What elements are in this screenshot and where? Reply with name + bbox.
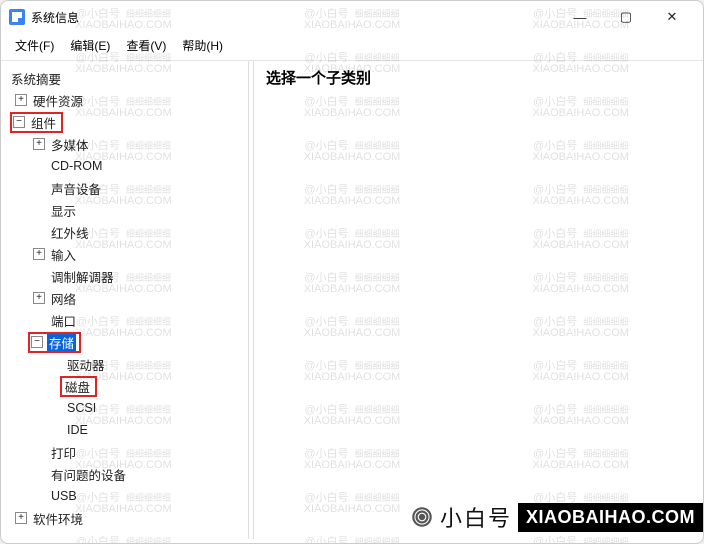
watermark-badge: 小白号 XIAOBAIHAO.COM	[408, 501, 703, 533]
tree-pane: 系统摘要 + 硬件资源 − 组件 + 多媒体	[1, 61, 249, 539]
close-button[interactable]: ✕	[649, 1, 695, 33]
label-ide: IDE	[65, 423, 90, 437]
node-network[interactable]: + 网络	[1, 287, 248, 309]
menubar: 文件(F) 编辑(E) 查看(V) 帮助(H)	[1, 33, 703, 61]
label-ports: 端口	[49, 311, 78, 330]
label-infrared: 红外线	[49, 223, 91, 242]
node-display[interactable]: 显示	[1, 199, 248, 221]
expand-icon[interactable]: +	[33, 248, 45, 260]
expand-icon[interactable]: +	[33, 138, 45, 150]
menu-view[interactable]: 查看(V)	[118, 35, 174, 56]
node-ports[interactable]: 端口	[1, 309, 248, 331]
label-modem: 调制解调器	[49, 267, 116, 286]
titlebar: 系统信息 — ▢ ✕	[1, 1, 703, 33]
menu-file[interactable]: 文件(F)	[7, 35, 62, 56]
expand-icon[interactable]: +	[15, 512, 27, 524]
node-components[interactable]: − 组件	[1, 111, 248, 133]
badge-cn-text: 小白号	[440, 501, 512, 533]
node-modem[interactable]: 调制解调器	[1, 265, 248, 287]
minimize-button[interactable]: —	[557, 1, 603, 33]
window-controls: — ▢ ✕	[557, 1, 695, 33]
node-infrared[interactable]: 红外线	[1, 221, 248, 243]
label-drives: 驱动器	[65, 355, 107, 374]
label-cdrom: CD-ROM	[49, 159, 104, 173]
collapse-icon[interactable]: −	[13, 116, 25, 128]
label-scsi: SCSI	[65, 401, 98, 415]
node-problem[interactable]: 有问题的设备	[1, 463, 248, 485]
label-storage: 存储	[47, 333, 76, 352]
node-print[interactable]: 打印	[1, 441, 248, 463]
label-usb: USB	[49, 489, 79, 503]
wifi-icon	[408, 503, 436, 531]
node-system-summary[interactable]: 系统摘要	[1, 67, 248, 89]
label-sound: 声音设备	[49, 179, 103, 198]
label-components: 组件	[29, 113, 58, 132]
label-system-summary: 系统摘要	[9, 69, 63, 88]
badge-en-text: XIAOBAIHAO.COM	[518, 503, 703, 532]
node-input[interactable]: + 输入	[1, 243, 248, 265]
label-input: 输入	[49, 245, 78, 264]
label-software-env: 软件环境	[31, 509, 85, 528]
body-area: 系统摘要 + 硬件资源 − 组件 + 多媒体	[1, 61, 703, 539]
maximize-button[interactable]: ▢	[603, 1, 649, 33]
tree: 系统摘要 + 硬件资源 − 组件 + 多媒体	[1, 67, 248, 529]
highlight-disks: 磁盘	[61, 377, 96, 396]
node-sound[interactable]: 声音设备	[1, 177, 248, 199]
node-storage[interactable]: − 存储	[1, 331, 248, 353]
node-scsi[interactable]: SCSI	[1, 397, 248, 419]
node-multimedia[interactable]: + 多媒体	[1, 133, 248, 155]
node-cdrom[interactable]: CD-ROM	[1, 155, 248, 177]
expand-icon[interactable]: +	[15, 94, 27, 106]
content-heading: 选择一个子类别	[266, 67, 691, 88]
node-usb[interactable]: USB	[1, 485, 248, 507]
node-ide[interactable]: IDE	[1, 419, 248, 441]
label-problem: 有问题的设备	[49, 465, 128, 484]
app-icon	[9, 9, 25, 25]
node-software-env[interactable]: + 软件环境	[1, 507, 248, 529]
label-disks: 磁盘	[63, 377, 92, 396]
label-display: 显示	[49, 201, 78, 220]
label-multimedia: 多媒体	[49, 135, 91, 154]
window-title: 系统信息	[31, 9, 557, 26]
label-print: 打印	[49, 443, 78, 462]
highlight-components: − 组件	[11, 113, 62, 132]
system-info-window: @小白号 细细细细细@小白号 细细细细细@小白号 细细细细细XIAOBAIHAO…	[0, 0, 704, 544]
label-hardware-res: 硬件资源	[31, 91, 85, 110]
content-pane: 选择一个子类别	[253, 61, 703, 539]
node-drives[interactable]: 驱动器	[1, 353, 248, 375]
menu-help[interactable]: 帮助(H)	[174, 35, 231, 56]
collapse-icon[interactable]: −	[31, 336, 43, 348]
menu-edit[interactable]: 编辑(E)	[62, 35, 118, 56]
label-network: 网络	[49, 289, 78, 308]
node-disks[interactable]: 磁盘	[1, 375, 248, 397]
node-hardware-resources[interactable]: + 硬件资源	[1, 89, 248, 111]
expand-icon[interactable]: +	[33, 292, 45, 304]
highlight-storage: − 存储	[29, 333, 80, 352]
